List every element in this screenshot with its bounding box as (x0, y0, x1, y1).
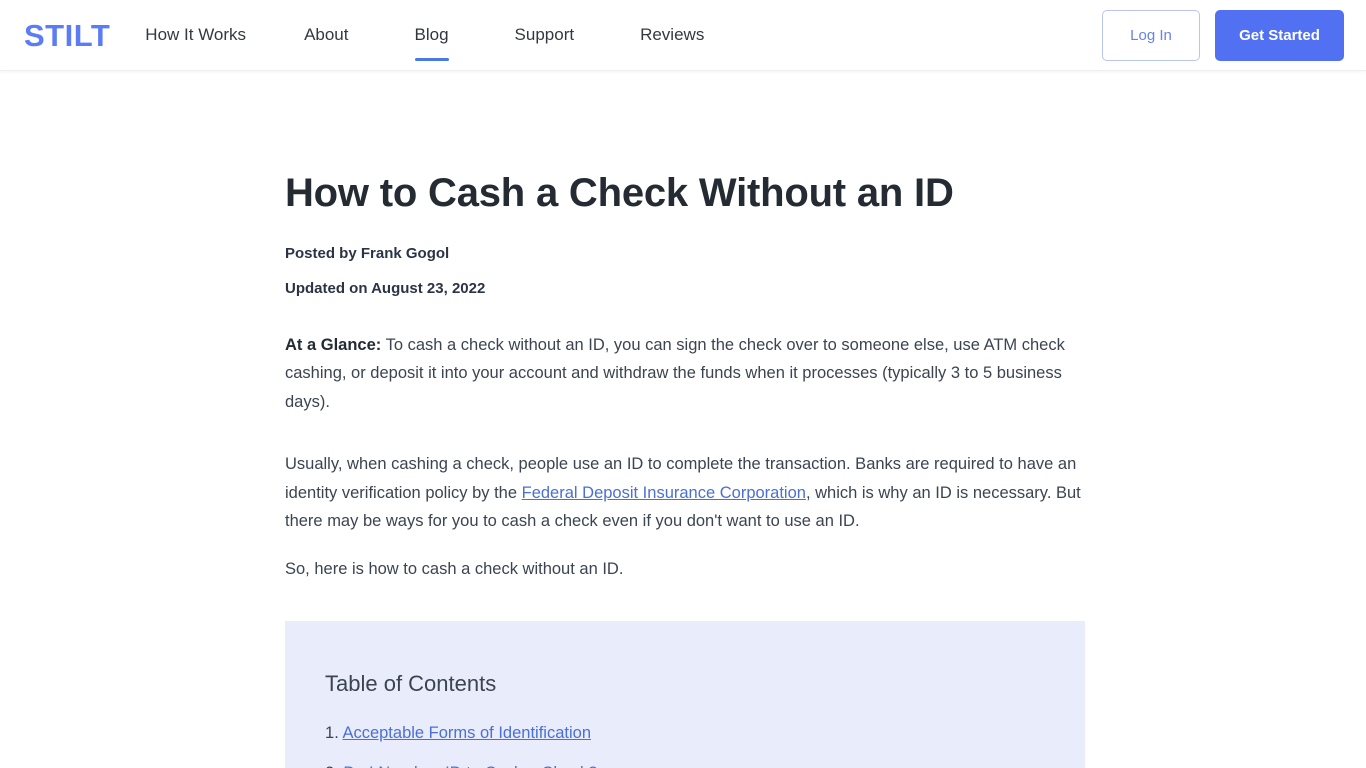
updated-date: Updated on August 23, 2022 (285, 280, 486, 297)
toc-link-acceptable-forms[interactable]: Acceptable Forms of Identification (342, 724, 591, 742)
at-a-glance-paragraph: At a Glance: To cash a check without an … (285, 331, 1083, 416)
page-body: How to Cash a Check Without an ID Posted… (0, 71, 1366, 768)
get-started-button[interactable]: Get Started (1215, 9, 1344, 61)
list-item: Acceptable Forms of Identification (325, 722, 1045, 745)
blog-article: How to Cash a Check Without an ID Posted… (283, 71, 1085, 768)
intro-paragraph: Usually, when cashing a check, people us… (285, 450, 1083, 535)
fdic-link[interactable]: Federal Deposit Insurance Corporation (522, 484, 806, 502)
log-in-button[interactable]: Log In (1102, 9, 1200, 61)
toc-heading: Table of Contents (325, 670, 497, 696)
nav-item-blog[interactable]: Blog (414, 0, 449, 71)
site-header: STILT How It Works About Blog Support Re… (0, 0, 1366, 71)
nav-label: Blog (414, 25, 449, 44)
nav-item-reviews[interactable]: Reviews (640, 0, 704, 71)
at-a-glance-label: At a Glance: (285, 336, 382, 354)
nav-label: Reviews (640, 25, 705, 44)
table-of-contents: Table of Contents Acceptable Forms of Id… (285, 620, 1085, 768)
nav-item-about[interactable]: About (304, 0, 348, 71)
main-navigation: How It Works About Blog Support Reviews (145, 0, 770, 71)
nav-label: About (304, 25, 349, 44)
toc-list: Acceptable Forms of Identification Do I … (325, 722, 1045, 768)
nav-label: Support (514, 25, 575, 44)
nav-item-how-it-works[interactable]: How It Works (145, 0, 246, 71)
nav-label: How It Works (145, 25, 247, 44)
header-actions: Log In Get Started (1102, 9, 1344, 61)
at-a-glance-text: To cash a check without an ID, you can s… (285, 336, 1065, 411)
author-byline: Posted by Frank Gogol (285, 245, 450, 262)
list-item: Do I Need an ID to Cash a Check? (325, 762, 1045, 768)
toc-link-do-i-need-an-id[interactable]: Do I Need an ID to Cash a Check? (343, 764, 597, 768)
page-title: How to Cash a Check Without an ID (285, 171, 954, 215)
brand-logo[interactable]: STILT (24, 20, 110, 51)
lead-in-paragraph: So, here is how to cash a check without … (285, 560, 624, 579)
nav-item-support[interactable]: Support (515, 0, 575, 71)
